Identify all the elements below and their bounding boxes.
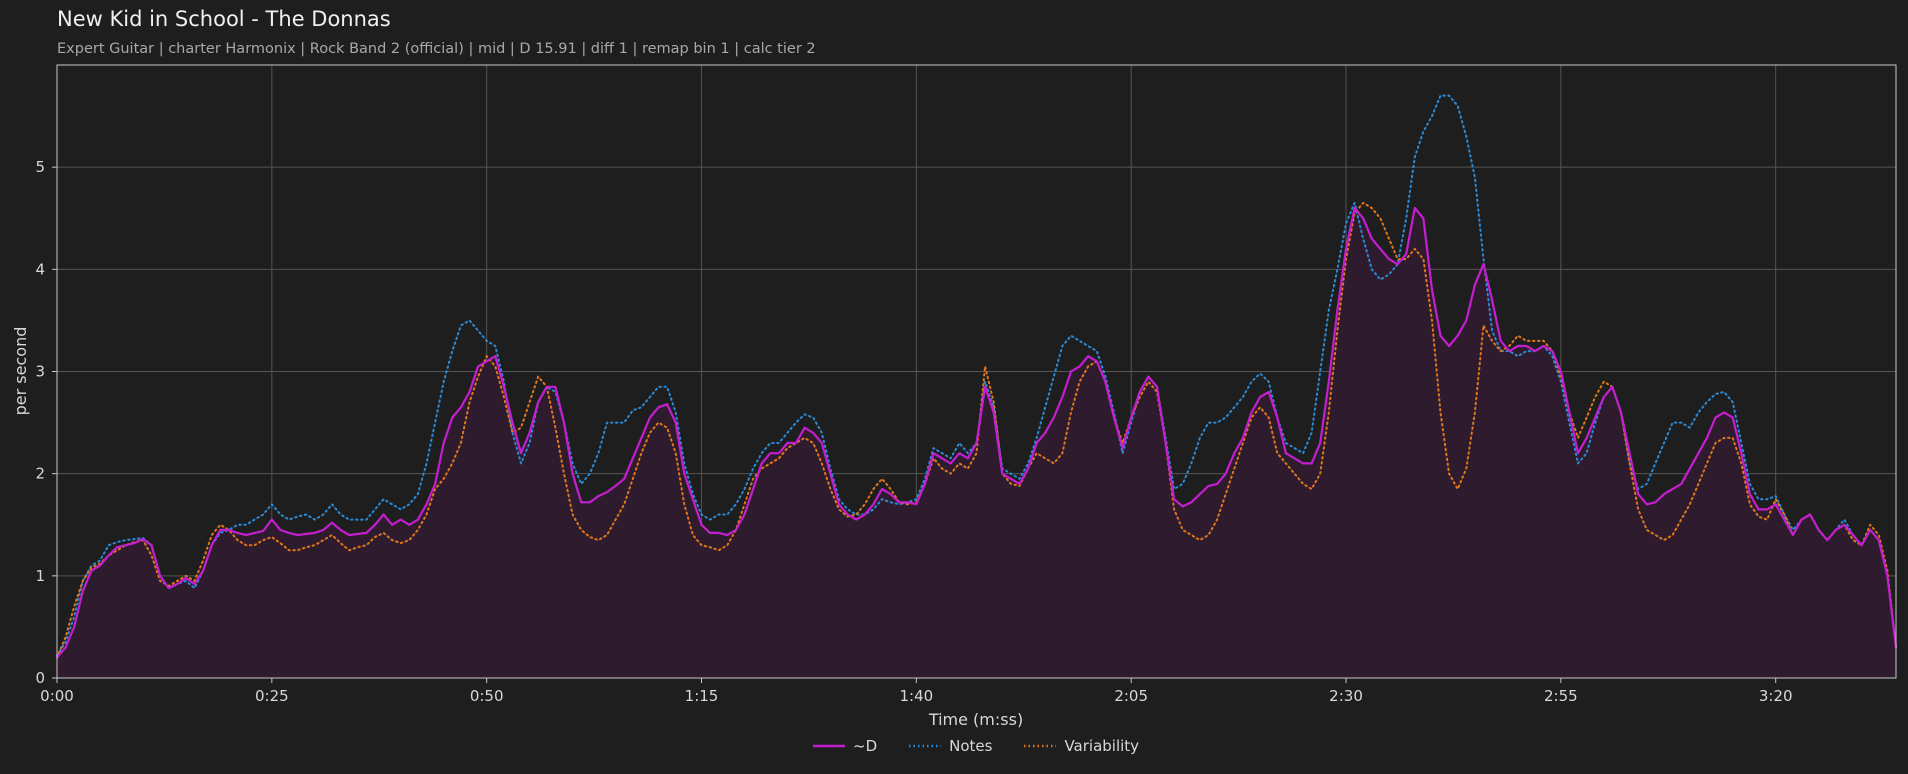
x-tick-label: 0:00 [40, 687, 74, 705]
y-tick-label: 1 [35, 567, 45, 585]
line-chart: 0:00 0:25 0:50 1:15 1:40 2:05 2:30 2:55 3:20 0 1 2… [11, 64, 1898, 729]
x-tick-label: 0:25 [255, 687, 289, 705]
legend-item-d: ~D [813, 737, 877, 755]
y-axis-label: per second [11, 327, 30, 416]
x-tick-label: 0:50 [470, 687, 504, 705]
x-tick-label: 2:55 [1544, 687, 1578, 705]
x-tick-label: 2:05 [1114, 687, 1148, 705]
legend-swatch-notes [909, 744, 942, 748]
x-axis-label: Time (m:ss) [928, 710, 1023, 729]
x-tick-label: 1:40 [900, 687, 934, 705]
y-tick-label: 3 [35, 363, 45, 381]
y-axis: 0 1 2 3 4 5 [35, 158, 57, 687]
legend-label-variability: Variability [1064, 737, 1140, 755]
legend-label-d: ~D [853, 737, 878, 755]
legend-swatch-variability [1024, 744, 1057, 748]
x-tick-label: 1:15 [685, 687, 719, 705]
x-tick-label: 2:30 [1329, 687, 1363, 705]
legend-item-notes: Notes [909, 737, 992, 755]
x-axis: 0:00 0:25 0:50 1:15 1:40 2:05 2:30 2:55 3:20 [40, 678, 1793, 705]
x-tick-label: 3:20 [1759, 687, 1793, 705]
y-tick-label: 5 [35, 158, 45, 176]
legend: ~D Notes Variability [813, 737, 1171, 755]
y-tick-label: 2 [35, 465, 45, 483]
legend-label-notes: Notes [949, 737, 993, 755]
legend-item-variability: Variability [1024, 737, 1139, 755]
y-tick-label: 0 [35, 669, 45, 687]
legend-swatch-d [813, 744, 845, 748]
series-layer [55, 94, 1898, 678]
y-tick-label: 4 [35, 260, 45, 278]
